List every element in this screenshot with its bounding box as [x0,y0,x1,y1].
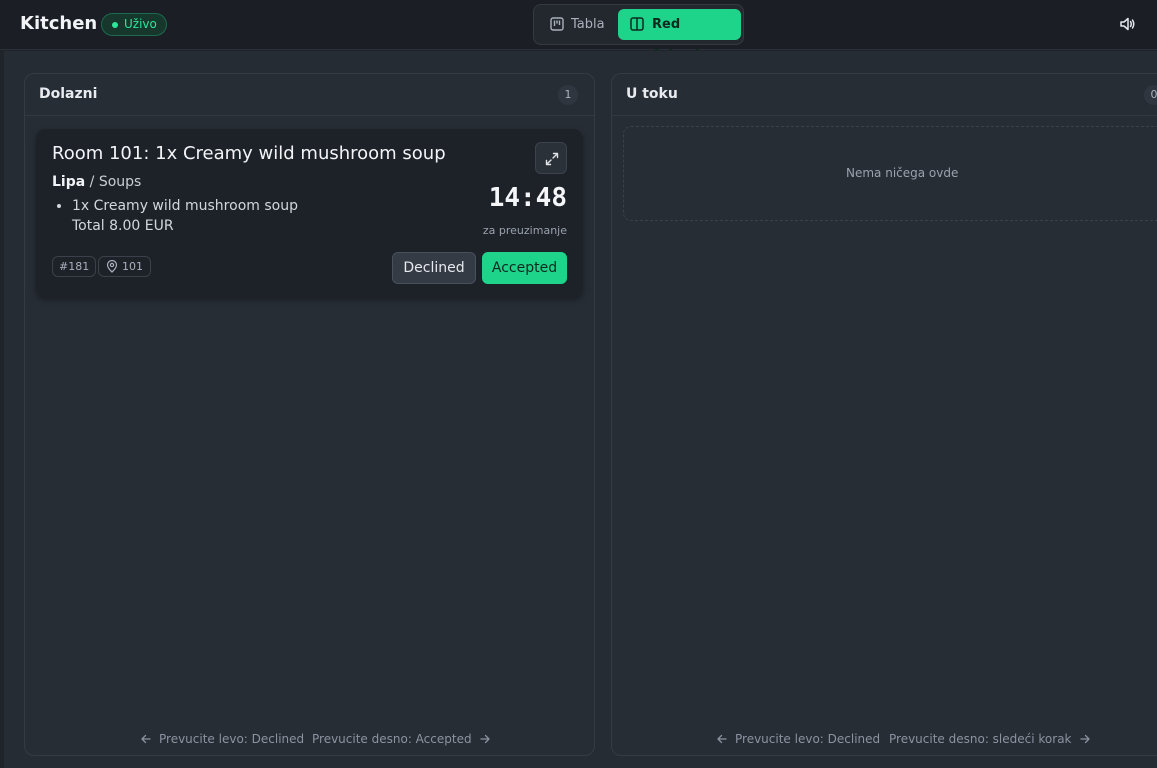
swipe-right-hint: Prevucite desno: sledeći korak [889,730,1091,748]
order-items: 1x Creamy wild mushroom soup [72,198,298,214]
tab-table-label: Tabla [571,17,605,32]
speaker-icon [1120,17,1135,31]
empty-dropzone: Nema ničega ovde [623,126,1157,221]
column-count-badge: 0 [1144,85,1157,105]
order-meta: Lipa / Soups [52,174,141,190]
column-title: Dolazni [39,86,98,102]
order-total: Total 8.00 EUR [72,218,174,234]
arrow-right-icon [1079,734,1090,744]
column-header: U toku 0 [612,74,1157,116]
arrow-left-icon [141,734,151,744]
map-pin-icon [106,260,118,273]
room-number: 101 [122,260,143,273]
tab-queue[interactable]: Red čekanja [618,9,741,63]
column-count-badge: 1 [558,85,578,105]
live-label: Uživo [124,17,157,31]
swipe-left-text: Prevucite levo: Declined [159,732,305,746]
expand-button[interactable] [535,142,567,174]
live-status-badge: Uživo [101,13,167,36]
arrow-left-icon [717,734,727,744]
app-title: Kitchen [20,13,98,34]
swipe-hints: Prevucite levo: Declined Prevucite desno… [612,730,1157,748]
sound-toggle-button[interactable] [1118,15,1138,35]
top-bar: Kitchen Uživo Tabla Red čekanja [0,0,1157,63]
live-dot-icon [112,22,118,28]
swipe-left-text: Prevucite levo: Declined [735,732,881,746]
order-item: 1x Creamy wild mushroom soup [72,198,298,214]
swipe-left-hint: Prevucite levo: Declined [716,730,880,748]
order-number-chip: #181 [52,256,97,277]
room-chip: 101 [98,256,151,277]
meta-separator: / [85,174,99,190]
empty-message: Nema ničega ovde [846,166,959,180]
swipe-left-hint: Prevucite levo: Declined [140,730,304,748]
column-incoming: Dolazni 1 Room 101: 1x Creamy wild mushr… [24,73,595,756]
swipe-hints: Prevucite levo: Declined Prevucite desno… [25,730,594,748]
expand-icon [545,152,559,166]
swipe-right-text: Prevucite desno: Accepted [312,732,472,746]
column-title: U toku [626,86,678,102]
kanban-board: Dolazni 1 Room 101: 1x Creamy wild mushr… [4,51,1157,768]
kanban-icon [550,17,564,31]
columns-icon [630,17,644,31]
arrow-right-icon [479,734,490,744]
swipe-right-hint: Prevucite desno: Accepted [312,730,491,748]
pickup-timer: 14:48 [488,183,567,213]
column-header: Dolazni 1 [25,74,594,116]
column-in-progress: U toku 0 Nema ničega ovde Prevucite levo… [611,73,1157,756]
order-category: Soups [98,174,142,190]
tab-table[interactable]: Tabla [538,9,618,40]
order-location: Lipa [52,174,86,190]
timer-caption: za preuzimanje [482,224,567,237]
order-title: Room 101: 1x Creamy wild mushroom soup [52,143,446,164]
swipe-right-text: Prevucite desno: sledeći korak [889,732,1072,746]
decline-button[interactable]: Declined [392,252,476,284]
order-card[interactable]: Room 101: 1x Creamy wild mushroom soup L… [36,129,583,298]
accept-button[interactable]: Accepted [482,252,567,284]
view-switch: Tabla Red čekanja [533,4,744,63]
